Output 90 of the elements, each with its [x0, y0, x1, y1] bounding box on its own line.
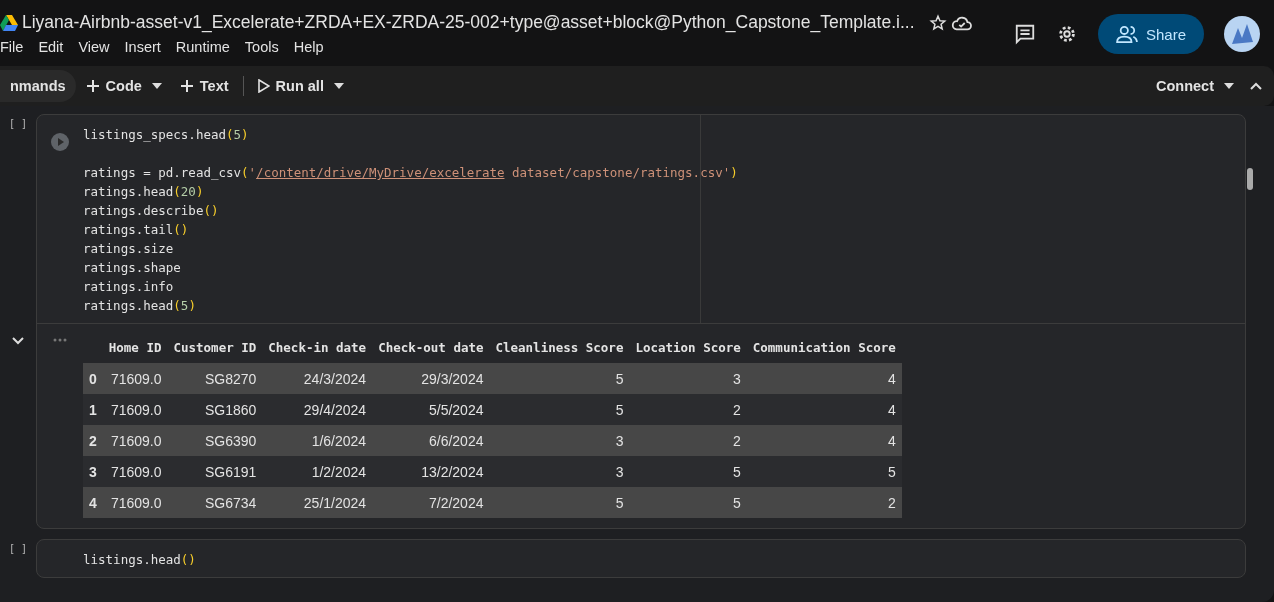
column-header: Check-out date: [372, 332, 490, 363]
code-line: ratings.info: [83, 278, 175, 296]
play-icon: [257, 79, 270, 93]
drive-logo-icon: [0, 14, 18, 31]
table-cell: SG6191: [167, 456, 263, 487]
table-cell: 71609.0: [102, 425, 168, 456]
code-line: listings_specs.head(5): [83, 126, 250, 144]
code-line: ratings = pd.read_csv('/content/drive/MyDrive/excelerate dataset/capstone/ratings.csv'): [83, 164, 739, 182]
scrollbar-thumb-icon[interactable]: [1247, 168, 1253, 190]
table-cell: 71609.0: [102, 456, 168, 487]
table-cell: 1/2/2024: [262, 456, 373, 487]
execution-count: [ ]: [8, 118, 28, 129]
table-cell: 5: [746, 456, 902, 487]
code-line: ratings.head(20): [83, 183, 205, 201]
table-cell: 5: [629, 456, 747, 487]
chevron-down-icon[interactable]: [12, 337, 24, 345]
table-cell: 5/5/2024: [372, 394, 490, 425]
settings-icon[interactable]: [1056, 23, 1078, 45]
table-cell: 25/1/2024: [262, 487, 373, 518]
plus-icon: [179, 79, 194, 93]
table-cell: 7/2/2024: [372, 487, 490, 518]
table-cell: 24/3/2024: [262, 363, 373, 394]
table-cell: 3: [629, 363, 747, 394]
table-cell: 5: [489, 487, 630, 518]
run-all-button[interactable]: Run all: [247, 70, 334, 102]
menu-item[interactable]: Tools: [244, 39, 279, 55]
execution-count: [ ]: [8, 543, 28, 554]
table-cell: 71609.0: [102, 487, 168, 518]
avatar[interactable]: [1224, 16, 1260, 52]
table-cell: 29/3/2024: [372, 363, 490, 394]
collapse-icon[interactable]: [1250, 82, 1262, 90]
connect-button[interactable]: Connect: [1146, 70, 1224, 102]
caret-icon[interactable]: [151, 83, 162, 89]
table-cell: 4: [746, 394, 902, 425]
table-cell: 71609.0: [102, 363, 168, 394]
table-cell: 3: [489, 425, 630, 456]
row-index: 0: [83, 363, 103, 394]
table-cell: 13/2/2024: [372, 456, 490, 487]
caret-icon[interactable]: [1224, 83, 1234, 89]
star-icon[interactable]: [928, 13, 947, 32]
plus-icon: [85, 79, 100, 93]
menu-item[interactable]: Help: [293, 39, 324, 55]
code-line: ratings.shape: [83, 259, 182, 277]
table-cell: 5: [489, 363, 630, 394]
notebook-title[interactable]: Liyana-Airbnb-asset-v1_Excelerate+ZRDA+EX-ZRDA-25-002+type@asset+block@Python_Capstone_Template.i...: [22, 12, 915, 33]
code-line: listings.head(): [83, 551, 197, 569]
table-cell: SG8270: [167, 363, 263, 394]
table-cell: 5: [489, 394, 630, 425]
code-line: ratings.size: [83, 240, 175, 258]
table-cell: 5: [629, 487, 747, 518]
column-header: Check-in date: [262, 332, 373, 363]
comment-icon[interactable]: [1014, 23, 1036, 45]
row-index: 1: [83, 394, 103, 425]
menu-item[interactable]: File: [0, 39, 24, 55]
add-code-button[interactable]: Code: [75, 70, 152, 102]
more-icon[interactable]: [53, 338, 67, 342]
caret-icon[interactable]: [333, 83, 344, 89]
table-cell: 29/4/2024: [262, 394, 373, 425]
code-line: ratings.head(5): [83, 297, 197, 315]
add-text-button[interactable]: Text: [169, 70, 239, 102]
table-cell: 2: [629, 425, 747, 456]
table-cell: 71609.0: [102, 394, 168, 425]
table-cell: 3: [489, 456, 630, 487]
column-header: Customer ID: [167, 332, 263, 363]
share-button[interactable]: Share: [1098, 14, 1204, 54]
menu-item[interactable]: Edit: [38, 39, 64, 55]
column-header: Communication Score: [746, 332, 902, 363]
menu-item[interactable]: View: [78, 39, 110, 55]
table-cell: 2: [746, 487, 902, 518]
run-cell-icon[interactable]: [51, 133, 69, 151]
row-index: 4: [83, 487, 103, 518]
table-cell: 4: [746, 425, 902, 456]
people-icon: [1116, 25, 1138, 43]
menu-item[interactable]: Insert: [124, 39, 161, 55]
table-cell: SG1860: [167, 394, 263, 425]
table-cell: 2: [629, 394, 747, 425]
table-cell: SG6390: [167, 425, 263, 456]
table-cell: 6/6/2024: [372, 425, 490, 456]
table-cell: 1/6/2024: [262, 425, 373, 456]
code-line: ratings.describe(): [83, 202, 220, 220]
menu-item[interactable]: Runtime: [175, 39, 230, 55]
table-cell: 4: [746, 363, 902, 394]
column-header: Location Score: [629, 332, 747, 363]
column-header: Home ID: [102, 332, 168, 363]
code-line: ratings.tail(): [83, 221, 190, 239]
column-header: Cleanliness Score: [489, 332, 630, 363]
table-cell: SG6734: [167, 487, 263, 518]
commands-button[interactable]: nmands: [0, 70, 76, 102]
row-index: 3: [83, 456, 103, 487]
row-index: 2: [83, 425, 103, 456]
